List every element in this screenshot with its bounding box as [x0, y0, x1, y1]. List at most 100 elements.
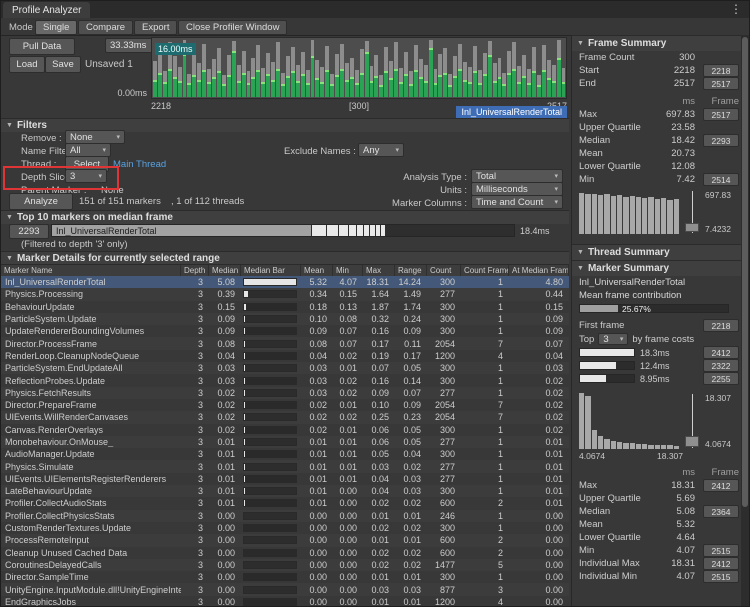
analysis-type-dropdown[interactable]: Total ▾	[471, 169, 563, 183]
value-cell: 3	[181, 572, 209, 582]
marker-summary-foldout[interactable]: ▼ Marker Summary	[572, 260, 743, 276]
thread-summary-foldout[interactable]: ▼ Thread Summary	[572, 244, 743, 260]
value-cell: 0.04	[363, 474, 395, 484]
table-row[interactable]: Director.SampleTime30.000.000.000.010.01…	[1, 571, 569, 583]
frame-button[interactable]: 2218	[703, 319, 739, 332]
frame-summary-label: Mean	[579, 148, 653, 159]
remove-dropdown[interactable]: None ▾	[65, 130, 125, 144]
table-row[interactable]: Physics.Processing30.390.340.151.641.492…	[1, 288, 569, 300]
column-header[interactable]: Min	[333, 265, 363, 276]
table-row[interactable]: Director.PrepareFrame30.020.020.010.100.…	[1, 399, 569, 411]
analyze-button[interactable]: Analyze	[9, 193, 73, 210]
table-row[interactable]: UIEvents.WillRenderCanvases30.020.020.02…	[1, 411, 569, 423]
value-cell: 0.16	[363, 326, 395, 336]
table-row[interactable]: ParticleSystem.Update30.090.100.080.320.…	[1, 313, 569, 325]
table-row[interactable]: Cleanup Unused Cached Data30.000.000.000…	[1, 547, 569, 559]
table-row[interactable]: Profiler.CollectAudioStats30.010.010.000…	[1, 497, 569, 509]
column-header[interactable]: Median	[209, 265, 241, 276]
value-cell: 0.00	[209, 597, 241, 607]
table-row[interactable]: BehaviourUpdate30.150.180.131.871.743001…	[1, 301, 569, 313]
table-row[interactable]: Canvas.RenderOverlays30.020.020.010.060.…	[1, 424, 569, 436]
frame-summary-ms-value: 20.73	[653, 148, 703, 159]
value-cell: 0.09	[509, 326, 569, 336]
table-row[interactable]: UnityEngine.InputModule.dll!UnityEngineI…	[1, 583, 569, 595]
frame-button[interactable]: 2515	[703, 544, 739, 557]
column-header[interactable]: Max	[363, 265, 395, 276]
close-profiler-window-button[interactable]: Close Profiler Window	[178, 20, 287, 35]
table-row[interactable]: Physics.Simulate30.010.010.010.030.02277…	[1, 460, 569, 472]
top-n-dropdown[interactable]: 3 ▾	[598, 333, 628, 345]
vertical-scrollbar[interactable]	[741, 35, 749, 607]
save-button[interactable]: Save	[45, 56, 81, 73]
column-header[interactable]: Count Frame	[461, 265, 509, 276]
kebab-menu-icon[interactable]: ⋮	[730, 2, 742, 16]
table-row[interactable]: ProcessRemoteInput30.000.000.000.010.016…	[1, 534, 569, 546]
value-cell: 0.01	[509, 486, 569, 496]
marker-columns-dropdown[interactable]: Time and Count ▾	[471, 195, 563, 209]
mode-compare-button[interactable]: Compare	[78, 20, 133, 35]
load-button[interactable]: Load	[9, 56, 45, 73]
marker-details-foldout[interactable]: ▼ Marker Details for currently selected …	[1, 251, 569, 265]
marker-name-cell: Monobehaviour.OnMouse_	[1, 437, 181, 447]
frame-button[interactable]: 2412	[703, 557, 739, 570]
column-header[interactable]: Depth	[181, 265, 209, 276]
top10-foldout[interactable]: ▼ Top 10 markers on median frame	[1, 210, 569, 224]
frame-button[interactable]: 2412	[703, 346, 739, 359]
mode-single-button[interactable]: Single	[35, 20, 77, 35]
table-row[interactable]: UpdateRendererBoundingVolumes30.090.090.…	[1, 325, 569, 337]
table-row[interactable]: CoroutinesDelayedCalls30.000.000.000.020…	[1, 559, 569, 571]
table-row[interactable]: CustomRenderTextures.Update30.000.000.00…	[1, 522, 569, 534]
column-header[interactable]: Range	[395, 265, 427, 276]
chevron-down-icon: ▾	[554, 172, 558, 180]
depth-slice-dropdown[interactable]: 3 ▾	[65, 169, 107, 183]
frame-button[interactable]: 2412	[703, 479, 739, 492]
exclude-names-dropdown[interactable]: Any ▾	[358, 143, 404, 157]
pull-data-button[interactable]: Pull Data	[9, 38, 75, 55]
frame-time-chart[interactable]: 16.00ms	[151, 37, 567, 99]
export-button[interactable]: Export	[134, 20, 177, 35]
frame-button[interactable]: 2514	[703, 173, 739, 186]
units-dropdown[interactable]: Milliseconds ▾	[471, 182, 563, 196]
table-row[interactable]: Director.ProcessFrame30.080.080.070.170.…	[1, 337, 569, 349]
selected-marker-bar	[542, 70, 546, 97]
name-filter-dropdown[interactable]: All ▾	[65, 143, 111, 157]
table-row[interactable]: Monobehaviour.OnMouse_30.010.010.010.060…	[1, 436, 569, 448]
frame-button[interactable]: 2517	[703, 108, 739, 121]
value-cell: 0.09	[509, 314, 569, 324]
frame-button[interactable]: 2364	[703, 505, 739, 518]
frame-button[interactable]: 2293	[703, 134, 739, 147]
column-header[interactable]: Mean	[301, 265, 333, 276]
selected-marker-bar	[311, 56, 315, 97]
selected-marker-bar	[286, 76, 290, 97]
frame-button[interactable]: 2255	[703, 372, 739, 385]
frame-summary-foldout[interactable]: ▼ Frame Summary	[572, 35, 743, 51]
column-header[interactable]: Count	[427, 265, 461, 276]
frame-button[interactable]: 2218	[703, 64, 739, 77]
boxplot-max-label: 697.83	[705, 190, 739, 200]
value-cell: 3	[181, 289, 209, 299]
column-header[interactable]: At Median Frame	[509, 265, 569, 276]
frame-button[interactable]: 2322	[703, 359, 739, 372]
column-header[interactable]: Median Bar	[241, 265, 301, 276]
table-row[interactable]: RenderLoop.CleanupNodeQueue30.040.040.02…	[1, 350, 569, 362]
scrollbar-thumb[interactable]	[742, 37, 748, 507]
table-row[interactable]: ReflectionProbes.Update30.030.030.020.16…	[1, 374, 569, 386]
table-row[interactable]: Physics.FetchResults30.020.030.020.090.0…	[1, 387, 569, 399]
frame-button[interactable]: 2515	[703, 570, 739, 583]
frame-column-header: Frame	[703, 96, 739, 107]
table-row[interactable]: Profiler.CollectPhysicsStats30.000.000.0…	[1, 510, 569, 522]
median-bar-cell	[241, 389, 301, 397]
table-row[interactable]: ParticleSystem.EndUpdateAll30.030.030.01…	[1, 362, 569, 374]
value-cell: 0.13	[333, 302, 363, 312]
frame-button[interactable]: 2517	[703, 77, 739, 90]
marker-summary-row: Individual Max18.312412	[572, 557, 743, 570]
table-row[interactable]: UIEvents.UIElementsRegisterRenderers30.0…	[1, 473, 569, 485]
table-row[interactable]: EndGraphicsJobs30.000.000.000.010.011200…	[1, 596, 569, 607]
frame-button[interactable]: 2293	[9, 224, 49, 239]
window-tab[interactable]: Profile Analyzer	[3, 2, 90, 18]
column-header[interactable]: Marker Name	[1, 265, 181, 276]
table-row[interactable]: LateBehaviourUpdate30.010.010.000.040.03…	[1, 485, 569, 497]
table-row[interactable]: Inl_UniversalRenderTotal35.085.324.0718.…	[1, 276, 569, 288]
selected-marker-bar	[498, 77, 502, 97]
table-row[interactable]: AudioManager.Update30.010.010.010.050.04…	[1, 448, 569, 460]
